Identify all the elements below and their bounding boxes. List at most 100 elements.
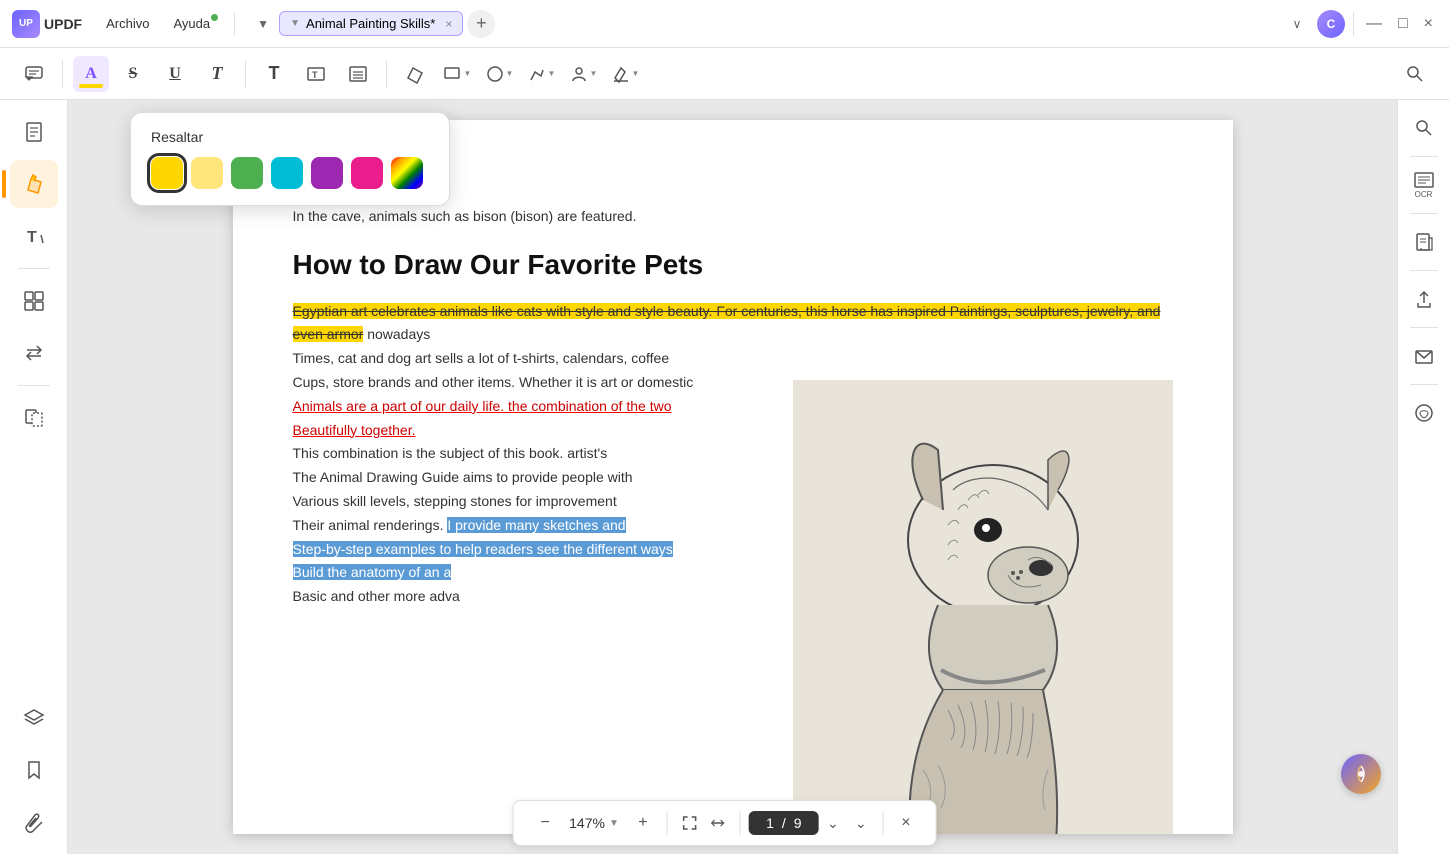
search-tool[interactable] xyxy=(1397,56,1433,92)
pen-sign-tool[interactable]: ▼ xyxy=(607,56,643,92)
user-avatar[interactable]: C xyxy=(1317,10,1345,38)
fit-width-button[interactable] xyxy=(704,809,732,837)
tabs-expand-button[interactable]: ∨ xyxy=(1285,12,1309,36)
right-tool-export[interactable] xyxy=(1404,279,1444,319)
sidebar-tool-attachments[interactable] xyxy=(10,798,58,846)
main-layout: T xyxy=(0,100,1449,854)
highlight-color-bar xyxy=(79,84,103,88)
zoom-level: 147% xyxy=(569,815,605,831)
highlight-icon: A xyxy=(85,65,97,83)
color-swatch-purple[interactable] xyxy=(311,157,343,189)
color-swatch-green[interactable] xyxy=(231,157,263,189)
right-tool-extract[interactable] xyxy=(1404,222,1444,262)
draw-tool[interactable]: ▼ xyxy=(523,56,559,92)
sidebar-tool-bookmarks[interactable] xyxy=(10,746,58,794)
para11-selected: Build the anatomy of an a xyxy=(293,564,452,580)
close-bottom-button[interactable]: × xyxy=(892,809,920,837)
fill-tool[interactable]: ▼ xyxy=(439,56,475,92)
sidebar-tool-layers[interactable] xyxy=(10,694,58,742)
para4-underlined: Animals are a part of our daily life. th… xyxy=(293,398,672,414)
pages-icon xyxy=(23,121,45,143)
right-tool-ocr[interactable]: OCR xyxy=(1404,165,1444,205)
underline-icon: U xyxy=(169,65,181,83)
strikethrough-tool[interactable]: S xyxy=(115,56,151,92)
para9-prefix: Their animal renderings. xyxy=(293,517,444,533)
text-icon: T xyxy=(269,63,280,84)
text-box-tool[interactable]: T xyxy=(298,56,334,92)
updf-logo-icon: UP xyxy=(12,10,40,38)
zoom-in-button[interactable]: + xyxy=(627,807,659,839)
close-button[interactable]: × xyxy=(1420,11,1437,37)
tab-dropdown-arrow[interactable]: ▼ xyxy=(251,12,275,36)
right-divider-5 xyxy=(1410,384,1438,385)
tab-close-icon[interactable]: × xyxy=(445,17,452,31)
active-indicator xyxy=(2,170,6,198)
color-swatch-cyan[interactable] xyxy=(271,157,303,189)
page-indicator: 1 / 9 xyxy=(749,811,819,835)
page-total: 9 xyxy=(794,815,802,831)
comment-tool[interactable] xyxy=(16,56,52,92)
bottom-bar: − 147% ▼ + 1 / 9 ⌄ ⌄ × xyxy=(512,800,937,846)
extract-icon xyxy=(23,407,45,429)
sidebar-tool-organize[interactable] xyxy=(10,277,58,325)
title-bar: UP UPDF Archivo Ayuda ▼ ▼ Animal Paintin… xyxy=(0,0,1449,48)
para9-selected: I provide many sketches and xyxy=(447,517,625,533)
menu-ayuda[interactable]: Ayuda xyxy=(165,12,218,35)
svg-text:T: T xyxy=(312,70,318,80)
left-sidebar: T xyxy=(0,100,68,854)
convert-icon xyxy=(23,342,45,364)
color-swatches xyxy=(151,157,429,189)
pen-sign-arrow: ▼ xyxy=(632,69,640,78)
sidebar-divider-2 xyxy=(18,385,50,386)
maximize-button[interactable]: □ xyxy=(1394,11,1412,37)
sidebar-tool-annotate[interactable] xyxy=(10,160,58,208)
pen-sign-icon xyxy=(611,64,631,84)
bottom-sep-3 xyxy=(883,811,884,835)
right-tool-search[interactable] xyxy=(1404,108,1444,148)
eraser-tool[interactable] xyxy=(397,56,433,92)
color-swatch-light-yellow[interactable] xyxy=(191,157,223,189)
bottom-sep-1 xyxy=(667,811,668,835)
minimize-button[interactable]: — xyxy=(1362,11,1386,37)
dog-illustration xyxy=(793,380,1173,834)
nav-last-button[interactable]: ⌄ xyxy=(847,809,875,837)
highlight-tool[interactable]: A xyxy=(73,56,109,92)
person-tool[interactable]: ▼ xyxy=(565,56,601,92)
fit-page-button[interactable] xyxy=(676,809,704,837)
add-tab-button[interactable]: + xyxy=(467,10,495,38)
ocr-label: OCR xyxy=(1415,190,1433,199)
color-swatch-rainbow[interactable] xyxy=(391,157,423,189)
attachments-icon xyxy=(23,811,45,833)
draw-icon xyxy=(527,64,547,84)
ayuda-notification-dot xyxy=(211,14,218,21)
color-swatch-yellow[interactable] xyxy=(151,157,183,189)
text-list-tool[interactable] xyxy=(340,56,376,92)
svg-text:T: T xyxy=(27,229,37,246)
underline-tool[interactable]: U xyxy=(157,56,193,92)
highlight-popup: Resaltar xyxy=(130,112,450,206)
nav-next-button[interactable]: ⌄ xyxy=(819,809,847,837)
page-current: 1 xyxy=(766,815,774,831)
comment-icon xyxy=(24,64,44,84)
sidebar-tool-convert[interactable] xyxy=(10,329,58,377)
zoom-out-button[interactable]: − xyxy=(529,807,561,839)
pdf-page: rt from the beginning nd hidden In the c… xyxy=(233,120,1233,834)
mail-icon xyxy=(1414,346,1434,366)
sidebar-tool-pages[interactable] xyxy=(10,108,58,156)
text-italic-tool[interactable]: T xyxy=(199,56,235,92)
right-tool-save[interactable] xyxy=(1404,393,1444,433)
color-swatch-pink[interactable] xyxy=(351,157,383,189)
sidebar-tool-extract[interactable] xyxy=(10,394,58,442)
zoom-display[interactable]: 147% ▼ xyxy=(561,815,627,831)
right-tool-mail[interactable] xyxy=(1404,336,1444,376)
ai-assistant-button[interactable] xyxy=(1341,754,1381,794)
right-divider-1 xyxy=(1410,156,1438,157)
annotate-icon xyxy=(23,173,45,195)
text-tool[interactable]: T xyxy=(256,56,292,92)
active-tab[interactable]: ▼ Animal Painting Skills* × xyxy=(279,11,463,36)
para5-underlined: Beautifully together. xyxy=(293,422,416,438)
shapes-arrow: ▼ xyxy=(506,69,514,78)
menu-archivo[interactable]: Archivo xyxy=(98,12,157,35)
shapes-tool[interactable]: ▼ xyxy=(481,56,517,92)
sidebar-tool-text[interactable]: T xyxy=(10,212,58,260)
